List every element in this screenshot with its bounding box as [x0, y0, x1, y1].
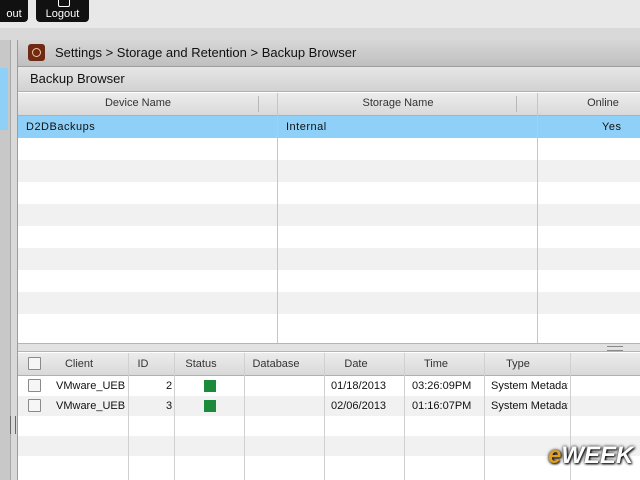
logout-icon: [57, 0, 70, 7]
column-divider: [404, 353, 405, 480]
empty-row: [18, 226, 640, 248]
column-divider: [128, 353, 129, 480]
select-all-checkbox[interactable]: [28, 357, 41, 370]
empty-row: [18, 182, 640, 204]
column-divider: [277, 93, 278, 343]
id-cell: 3: [166, 400, 173, 412]
column-header-id[interactable]: ID: [130, 358, 156, 370]
resize-grip[interactable]: [10, 416, 16, 434]
column-header-date[interactable]: Date: [326, 358, 386, 370]
logout-label: Logout: [45, 8, 80, 20]
column-header-device-name[interactable]: Device Name: [18, 97, 258, 109]
breadcrumb: Settings > Storage and Retention > Backu…: [55, 45, 357, 60]
column-divider: [244, 353, 245, 480]
date-cell: 02/06/2013: [331, 400, 387, 412]
column-header-status[interactable]: Status: [178, 358, 224, 370]
row-checkbox[interactable]: [28, 399, 41, 412]
time-cell: 03:26:09PM: [412, 380, 472, 392]
watermark-prefix: e: [548, 442, 562, 469]
column-resize-handle[interactable]: [516, 96, 517, 112]
empty-row: [18, 456, 640, 476]
empty-row: [18, 292, 640, 314]
backup-row[interactable]: VMware_UEB 2 01/18/2013 03:26:09PM Syste…: [18, 376, 640, 396]
pane-splitter[interactable]: [18, 343, 640, 352]
settings-section-icon: [28, 44, 45, 61]
empty-row: [18, 416, 640, 436]
date-cell: 01/18/2013: [331, 380, 387, 392]
client-cell: VMware_UEB: [56, 380, 126, 392]
column-header-storage-name[interactable]: Storage Name: [278, 97, 518, 109]
device-name-cell: D2DBackups: [26, 121, 96, 133]
type-cell: System Metadata: [491, 400, 568, 412]
empty-row: [18, 248, 640, 270]
row-checkbox[interactable]: [28, 379, 41, 392]
column-resize-handle[interactable]: [258, 96, 259, 112]
column-divider: [537, 93, 538, 343]
page-title-bar: Backup Browser: [18, 67, 640, 92]
top-toolbar: out Logout: [0, 0, 640, 28]
device-grid-header: Device Name Storage Name Online: [18, 93, 640, 116]
column-divider: [174, 353, 175, 480]
page-title: Backup Browser: [30, 71, 125, 86]
left-nav-selected-item[interactable]: [0, 68, 8, 130]
column-header-type[interactable]: Type: [488, 358, 548, 370]
time-cell: 01:16:07PM: [412, 400, 472, 412]
empty-row: [18, 436, 640, 456]
online-cell: Yes: [602, 121, 622, 133]
backup-grid-header: Client ID Status Database Date Time Type: [18, 353, 640, 376]
watermark-rest: WEEK: [561, 442, 634, 469]
client-cell: VMware_UEB: [56, 400, 126, 412]
logout-button[interactable]: Logout: [36, 0, 89, 22]
status-ok-icon: [204, 380, 216, 392]
empty-row: [18, 314, 640, 336]
device-row-selected[interactable]: D2DBackups Internal Yes: [18, 116, 640, 138]
status-ok-icon: [204, 400, 216, 412]
column-header-client[interactable]: Client: [54, 358, 104, 370]
eweek-watermark-logo: eWEEK: [548, 442, 633, 470]
id-cell: 2: [166, 380, 173, 392]
left-nav-strip: [0, 40, 11, 480]
column-header-time[interactable]: Time: [406, 358, 466, 370]
empty-row: [18, 270, 640, 292]
storage-name-cell: Internal: [286, 121, 327, 133]
column-divider: [484, 353, 485, 480]
type-cell: System Metadata: [491, 380, 568, 392]
logout-partial-label: out: [6, 8, 22, 20]
backup-row[interactable]: VMware_UEB 3 02/06/2013 01:16:07PM Syste…: [18, 396, 640, 416]
logout-partial-button[interactable]: out: [0, 0, 28, 22]
empty-row: [18, 160, 640, 182]
main-panel: Settings > Storage and Retention > Backu…: [17, 40, 640, 480]
column-header-database[interactable]: Database: [248, 358, 304, 370]
empty-row: [18, 204, 640, 226]
column-header-online[interactable]: Online: [578, 97, 628, 109]
splitter-handle-icon[interactable]: [607, 346, 623, 351]
empty-row: [18, 138, 640, 160]
column-divider: [324, 353, 325, 480]
breadcrumb-bar: Settings > Storage and Retention > Backu…: [18, 40, 640, 67]
